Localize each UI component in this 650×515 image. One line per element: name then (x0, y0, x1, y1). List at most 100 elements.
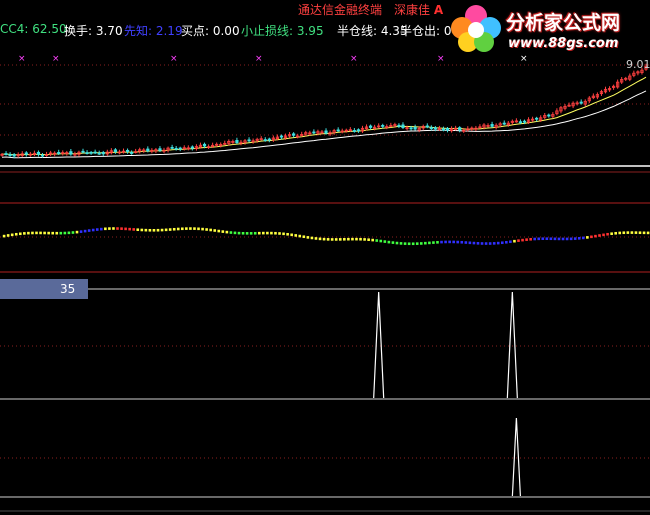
band-dot (343, 237, 346, 241)
band-dot (573, 237, 577, 240)
band-dot (23, 232, 26, 235)
band-dot (257, 231, 261, 235)
band-dot (35, 231, 38, 235)
band-dot (79, 230, 83, 233)
band-dot (108, 227, 111, 230)
signal-marker: × (18, 54, 26, 64)
band-dot (39, 231, 42, 235)
band-dot (302, 235, 306, 239)
band-dot (176, 227, 180, 231)
band-dot (164, 228, 168, 232)
candle-body (170, 146, 174, 149)
band-dot (136, 228, 140, 232)
band-dot (205, 228, 208, 231)
band-dot (120, 227, 123, 230)
band-dot (152, 228, 156, 232)
candle-body (267, 138, 271, 141)
price-high-label: 9.01 (626, 58, 650, 71)
band-dot (622, 231, 626, 235)
band-dot (253, 231, 257, 235)
band-dot (359, 237, 362, 241)
band-dot (545, 237, 549, 241)
candle-body (429, 127, 433, 130)
band-dot (100, 227, 103, 231)
band-dot (47, 231, 50, 235)
watermark-url: www.88gs.com (508, 36, 619, 51)
band-dot (63, 231, 67, 235)
candle-body (40, 154, 45, 157)
band-dot (144, 228, 148, 232)
band-dot (310, 236, 314, 240)
band-dot (31, 231, 34, 235)
indicator-value: 买点: 0.00 (181, 24, 240, 38)
spike-line (511, 417, 521, 497)
band-dot (452, 240, 455, 244)
candle-body (178, 147, 182, 150)
band-dot (19, 232, 22, 236)
candle-body (174, 148, 178, 150)
band-dot (185, 227, 188, 230)
band-dot (83, 229, 87, 233)
band-dot (112, 227, 115, 230)
band-dot (148, 228, 152, 232)
stock-flag: A (433, 3, 444, 17)
band-dot (294, 234, 298, 237)
band-dot (229, 231, 233, 234)
candle-body (458, 127, 462, 131)
band-dot (71, 231, 75, 234)
candle-body (413, 126, 417, 130)
candle-body (279, 135, 284, 138)
band-dot (614, 231, 617, 235)
panel-value-box[interactable]: 35 (0, 279, 88, 299)
band-dot (209, 228, 212, 232)
band-dot (488, 242, 492, 245)
band-dot (407, 242, 411, 246)
candle-body (125, 149, 130, 152)
band-dot (221, 230, 225, 233)
candle-body (522, 120, 527, 123)
band-dot (355, 237, 358, 241)
indicator-value: 半仓出: 0 (400, 24, 452, 38)
candle-body (368, 125, 373, 128)
spike-line (506, 291, 518, 399)
band-dot (270, 231, 273, 235)
candle-body (409, 127, 413, 130)
band-dot (460, 240, 464, 244)
band-dot (598, 234, 601, 237)
band-dot (379, 239, 383, 243)
candle-body (397, 124, 401, 127)
band-dot (521, 238, 524, 242)
band-dot (91, 228, 95, 232)
band-dot (274, 231, 277, 235)
candle-body (85, 152, 89, 154)
band-dot (577, 237, 581, 240)
band-dot (387, 240, 391, 244)
candle-body (518, 121, 523, 124)
band-dot (505, 240, 508, 244)
band-dot (6, 234, 10, 237)
band-dot (367, 238, 370, 242)
terminal-title: 通达信金融终端 (298, 3, 383, 17)
band-dot (403, 242, 407, 245)
signal-marker: × (255, 54, 263, 64)
band-dot (565, 237, 569, 241)
band-dot (43, 231, 46, 235)
indicator-value: 小止损线: 3.95 (241, 24, 324, 38)
chart-canvas[interactable]: × × × × × × × (0, 0, 650, 515)
indicator-value: CC4: 62.50 (0, 22, 67, 36)
band-dot (492, 242, 496, 245)
candle-body (547, 114, 551, 117)
band-dot (391, 241, 395, 244)
band-dot (75, 230, 79, 234)
band-dot (213, 229, 217, 232)
band-dot (160, 228, 164, 232)
signal-marker: × (170, 54, 178, 64)
band-dot (225, 230, 229, 234)
band-dot (424, 241, 427, 245)
candle-body (535, 117, 539, 120)
band-dot (468, 241, 472, 245)
band-dot (330, 238, 334, 241)
band-dot (27, 231, 30, 235)
band-dot (509, 240, 512, 244)
band-dot (351, 237, 354, 241)
